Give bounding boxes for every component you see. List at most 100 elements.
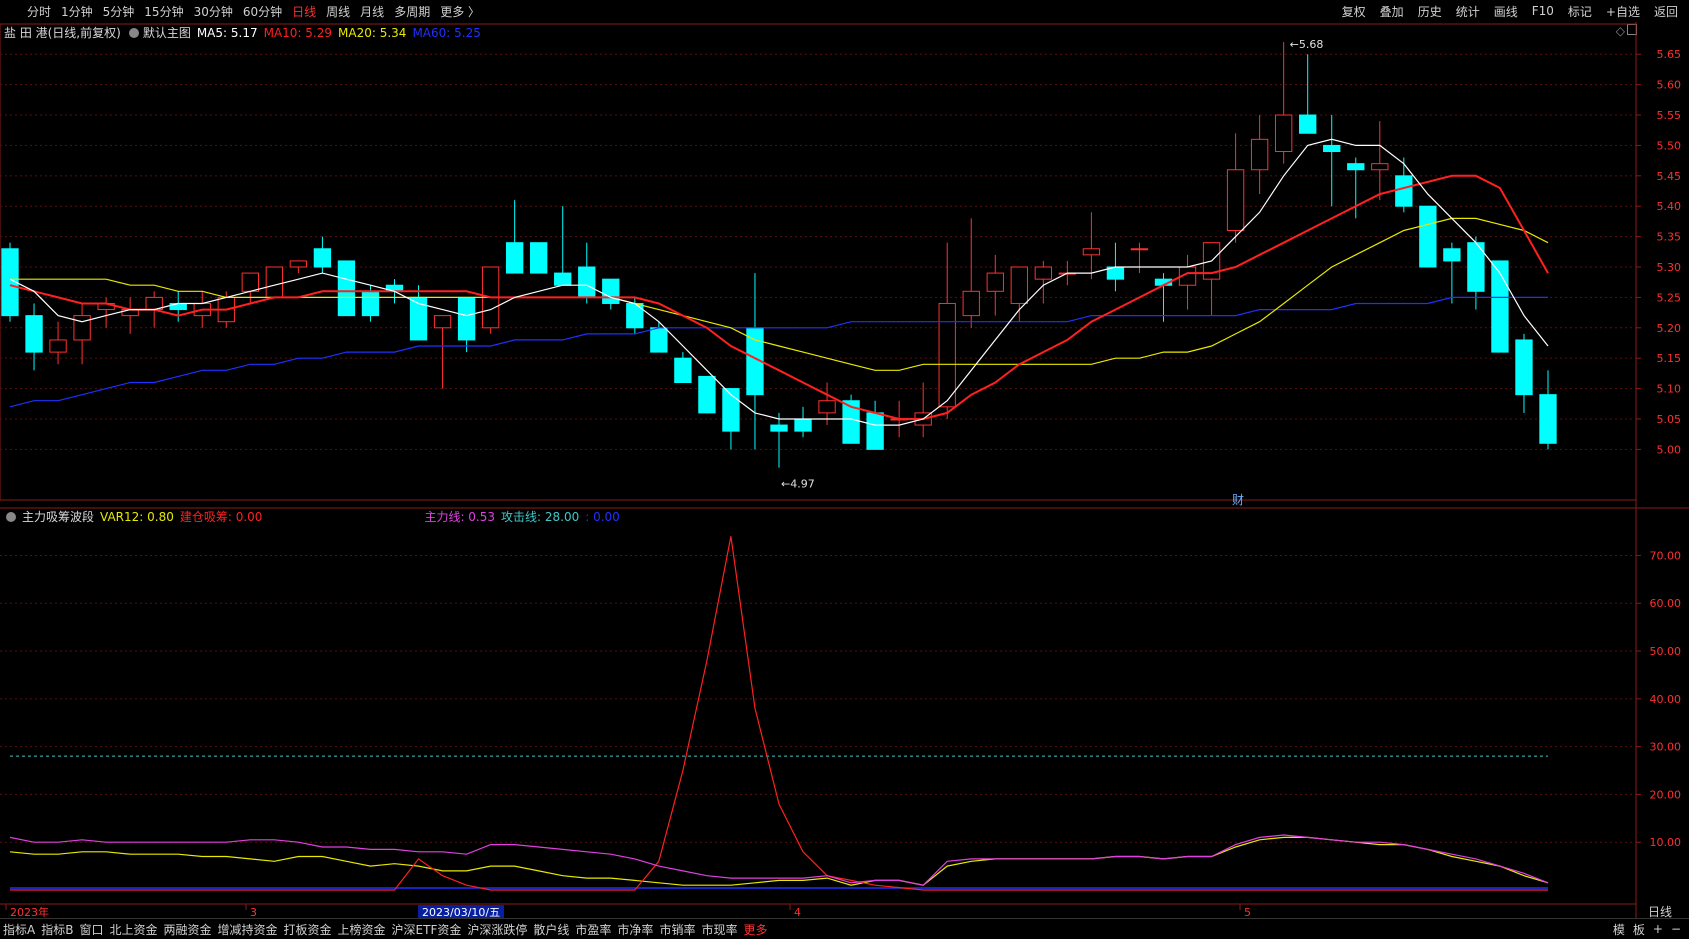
indicator-series-line — [10, 536, 1548, 891]
price-tick-label: 5.35 — [1657, 231, 1682, 244]
candle-body — [505, 242, 524, 274]
period-label: 日线 — [1648, 905, 1672, 918]
candle-body — [962, 290, 980, 317]
indicator-tab[interactable]: 北上资金 — [106, 921, 160, 938]
main-panel-frame — [0, 23, 1637, 501]
bottom-action-button[interactable]: + — [1649, 922, 1667, 936]
candle-body — [1419, 205, 1437, 268]
candle-body — [674, 357, 692, 383]
indicator-tab[interactable]: 增减持资金 — [215, 921, 281, 938]
indicator-tab[interactable]: 更多 — [740, 921, 770, 938]
candle-body — [1274, 114, 1293, 152]
candle-body — [530, 242, 548, 274]
candle-body — [1515, 339, 1533, 396]
indicator-bottom-bar: 指标A 指标B 窗口 北上资金 两融资金 增减持资金 打板资金 上榜资金 沪深ETF资金 沪深涨跌… — [0, 918, 1689, 939]
candle-body — [1491, 260, 1509, 353]
price-tick-label: 5.50 — [1657, 139, 1682, 152]
date-tick-label: 5 — [1244, 906, 1251, 918]
candle-body — [698, 375, 716, 414]
indicator-tab[interactable]: 市净率 — [614, 921, 656, 938]
date-tick-label: 3 — [250, 906, 257, 918]
candle-body — [433, 315, 452, 329]
price-tick-label: 5.20 — [1657, 322, 1682, 335]
price-tick-label: 5.55 — [1657, 109, 1682, 122]
indicator-tab[interactable]: 散户线 — [530, 921, 572, 938]
price-tick-label: 5.25 — [1657, 291, 1682, 304]
candle-body — [818, 400, 836, 414]
indicator-tab[interactable]: 窗口 — [76, 921, 106, 938]
candle-body — [1299, 114, 1317, 134]
ma60-line — [9, 296, 1548, 408]
candle-body — [1539, 394, 1557, 444]
price-tick-label: 5.45 — [1657, 170, 1682, 183]
price-tick-label: 5.30 — [1657, 261, 1682, 274]
candle-body — [361, 290, 380, 317]
indicator-tick-label: 30.00 — [1650, 741, 1682, 754]
candle-body — [602, 278, 620, 304]
candle-body — [1250, 138, 1269, 171]
indicator-tick-label: 70.00 — [1650, 549, 1682, 562]
candle-body — [457, 296, 476, 341]
indicator-tab[interactable]: 两融资金 — [160, 921, 214, 938]
candle-body — [289, 260, 308, 268]
candle-body — [938, 302, 956, 408]
candle-body — [554, 272, 572, 286]
indicator-tab[interactable]: 市销率 — [656, 921, 698, 938]
candle-body — [866, 412, 884, 450]
indicator-tab[interactable]: 上榜资金 — [335, 921, 389, 938]
candle-body — [1443, 248, 1461, 262]
indicator-tick-label: 20.00 — [1650, 788, 1682, 801]
indicator-tab[interactable]: 沪深ETF资金 — [389, 921, 465, 938]
price-tick-label: 5.10 — [1657, 383, 1682, 396]
candle-body — [794, 418, 812, 432]
candle-body — [265, 266, 284, 298]
ma5-line — [9, 138, 1549, 426]
crosshair-date-label: 2023/03/10/五 — [422, 906, 500, 918]
indicator-tab[interactable]: 指标B — [38, 921, 76, 938]
candle-body — [241, 272, 259, 292]
candle-body — [1226, 169, 1245, 232]
indicator-tab[interactable]: 市现率 — [698, 921, 740, 938]
date-tick-label: 4 — [794, 906, 801, 918]
price-tick-label: 5.05 — [1657, 413, 1682, 426]
price-tick-label: 5.65 — [1657, 48, 1682, 61]
candle-body — [1347, 163, 1365, 171]
bottom-right-actions: 模板 + − — [1609, 919, 1685, 939]
candle-body — [1395, 175, 1413, 207]
candle-body — [1130, 248, 1149, 251]
bottom-action-button[interactable]: − — [1667, 922, 1685, 936]
price-tick-label: 5.00 — [1657, 443, 1682, 456]
indicator-tabs: 指标A 指标B 窗口 北上资金 两融资金 增减持资金 打板资金 上榜资金 沪深ETF资金 沪深涨跌… — [0, 921, 770, 938]
candle-body — [73, 315, 91, 341]
price-tick-label: 5.60 — [1657, 79, 1682, 92]
price-tick-label: 5.15 — [1657, 352, 1682, 365]
indicator-tick-label: 50.00 — [1650, 645, 1682, 658]
indicator-tick-label: 40.00 — [1650, 693, 1682, 706]
candle-body — [313, 248, 332, 268]
indicator-tab[interactable]: 指标A — [0, 921, 38, 938]
candle-body — [1034, 266, 1053, 280]
indicator-tick-label: 60.00 — [1650, 597, 1682, 610]
finance-marker: 财 — [1232, 493, 1244, 507]
candle-body — [770, 424, 788, 432]
candle-body — [1323, 144, 1341, 152]
bottom-action-button[interactable]: 模 — [1609, 921, 1629, 938]
candle-body — [1371, 163, 1389, 171]
bottom-action-button[interactable]: 板 — [1629, 921, 1649, 938]
candle-body — [1010, 266, 1028, 304]
indicator-tab[interactable]: 沪深涨跌停 — [464, 921, 530, 938]
stock-chart[interactable]: ←5.68 ←4.97 财 5.00 5.05 5.10 5.15 5.20 5.25 5.30… — [0, 0, 1689, 918]
indicator-tab[interactable]: 打板资金 — [281, 921, 335, 938]
candle-body — [650, 327, 668, 353]
indicator-tab[interactable]: 市盈率 — [572, 921, 614, 938]
candle-body — [337, 260, 356, 317]
candle-body — [1082, 248, 1101, 256]
candle-body — [25, 315, 43, 353]
candle-body — [49, 339, 67, 353]
price-tick-label: 5.40 — [1657, 200, 1682, 213]
candle-body — [578, 266, 596, 298]
high-price-label: ←5.68 — [1290, 38, 1324, 51]
candle-body — [986, 272, 1004, 292]
date-tick-label: 2023年 — [10, 905, 49, 918]
low-price-label: ←4.97 — [781, 478, 815, 491]
